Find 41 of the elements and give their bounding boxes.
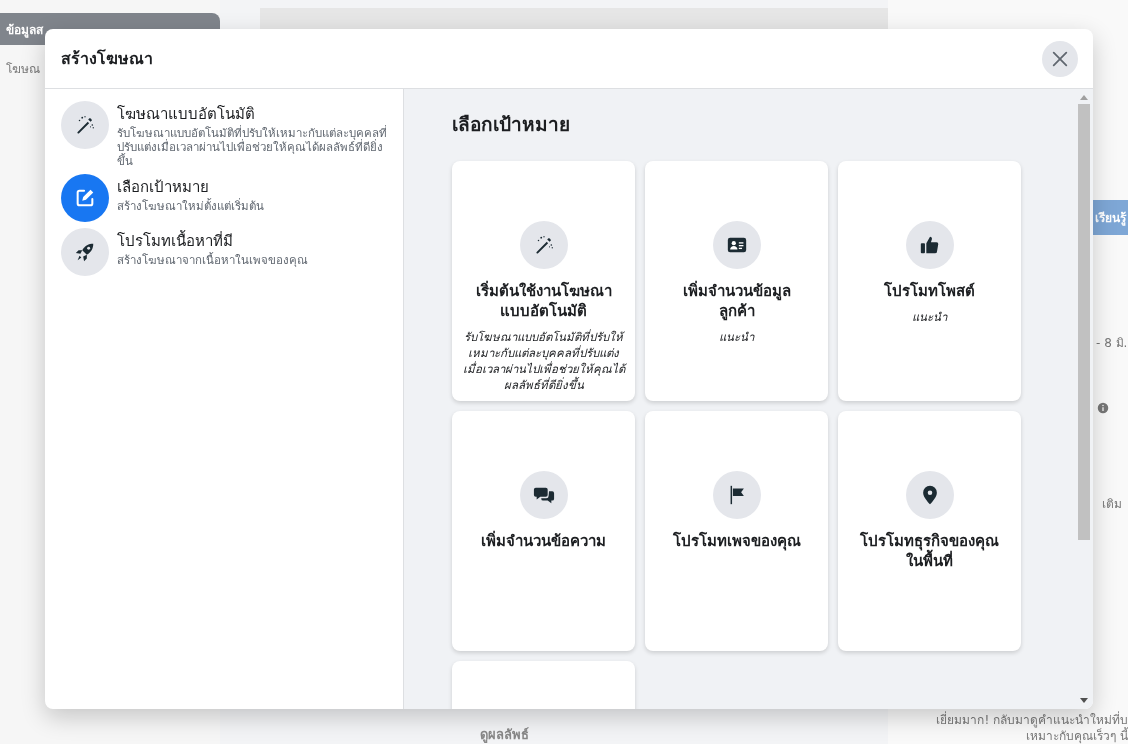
notice-text: เหมาะกับคุณเร็วๆ นี้ — [1026, 728, 1128, 744]
date-range: - 8 มิ. — [1095, 335, 1128, 352]
goal-card[interactable]: เพิ่มจำนวนข้อความ — [452, 411, 635, 651]
menu-item-description: สร้างโฆษณาจากเนื้อหาในเพจของคุณ — [117, 253, 308, 267]
thumbs-up-icon — [918, 234, 941, 256]
menu-item-title: เลือกเป้าหมาย — [117, 177, 210, 198]
goal-title: โปรโมทธุรกิจของคุณในพื้นที่ — [859, 531, 1000, 571]
goal-title: เพิ่มจำนวนข้อความ — [481, 531, 606, 551]
close-icon — [1051, 49, 1069, 68]
goal-card[interactable]: เพิ่มจำนวนข้อมูลลูกค้า แนะนำ — [645, 161, 828, 401]
close-button[interactable] — [1042, 40, 1078, 77]
goal-title: เริ่มต้นใช้งานโฆษณาแบบอัตโนมัติ — [474, 281, 613, 321]
menu-item-title: โฆษณาแบบอัตโนมัติ — [117, 104, 256, 125]
info-icon — [1097, 402, 1109, 414]
notice-text: เยี่ยมมาก! กลับมาดูคำแนะนำใหม่ที่บ — [936, 712, 1128, 728]
menu-item[interactable]: เลือกเป้าหมาย สร้างโฆษณาใหม่ตั้งแต่เริ่มต้น — [61, 174, 387, 222]
goal-title: โปรโมทเพจของคุณ — [672, 531, 801, 551]
goal-note: รับโฆษณาแบบอัตโนมัติที่ปรับให้เหมาะกับแต่ละบุคคลที่ปรับแต่งเมื่อเวลาผ่านไปเพื่อช่วยให้คุณได้ผลลัพธ์ที่ดียิ่งขึ้น — [461, 329, 627, 393]
goal-note: แนะนำ — [912, 309, 947, 325]
menu-item-description: รับโฆษณาแบบอัตโนมัติที่ปรับให้เหมาะกับแต่ละบุคคลที่ปรับแต่งเมื่อเวลาผ่านไปเพื่อช่วยให้คุณได้ผลลัพธ์ที่ดียิ่งขึ้น — [117, 126, 387, 168]
menu-item[interactable]: โฆษณาแบบอัตโนมัติ รับโฆษณาแบบอัตโนมัติที่ปรับให้เหมาะกับแต่ละบุคคลที่ปรับแต่งเมื่อเวลาผ่านไปเพื่อช่วยให้คุณได้ผลลัพธ์ที่ดียิ่งขึ้น — [61, 101, 387, 168]
goal-card[interactable]: โปรโมทโพสต์ แนะนำ — [838, 161, 1021, 401]
magic-wand-icon — [74, 114, 96, 136]
dialog-title: สร้างโฆษณา — [61, 48, 153, 70]
goal-note: แนะนำ — [719, 329, 754, 345]
goal-title: โปรโมทโพสต์ — [884, 281, 975, 301]
goal-title: เพิ่มจำนวนข้อมูลลูกค้า — [681, 281, 792, 321]
scroll-up-icon[interactable] — [1080, 94, 1088, 100]
goal-card[interactable]: โปรโมทเพจของคุณ — [645, 411, 828, 651]
see-more-link[interactable]: เติม — [1102, 494, 1122, 513]
edit-icon — [74, 187, 96, 209]
menu-item-title: โปรโมทเนื้อหาที่มี — [117, 229, 234, 252]
scroll-down-icon[interactable] — [1080, 698, 1088, 704]
goal-card[interactable]: เริ่มต้นใช้งานโฆษณาแบบอัตโนมัติ รับโฆษณาแบบอัตโนมัติที่ปรับให้เหมาะกับแต่ละบุคคลที่ปรับแต่งเมื่อเวลาผ่านไปเพื่อช่วยให้คุณได้ผลลัพธ์ที่ดียิ่งขึ้น — [452, 161, 635, 401]
goal-card[interactable]: โปรโมทธุรกิจของคุณในพื้นที่ — [838, 411, 1021, 651]
menu-item-description: สร้างโฆษณาใหม่ตั้งแต่เริ่มต้น — [117, 199, 264, 213]
section-heading: เลือกเป้าหมาย — [452, 112, 571, 137]
menu-item[interactable]: โปรโมทเนื้อหาที่มี สร้างโฆษณาจากเนื้อหาในเพจของคุณ — [61, 228, 387, 276]
rocket-icon — [74, 241, 96, 263]
scrollbar-thumb[interactable] — [1078, 104, 1090, 540]
sidebar-title: ข้อมูลส — [6, 21, 43, 39]
